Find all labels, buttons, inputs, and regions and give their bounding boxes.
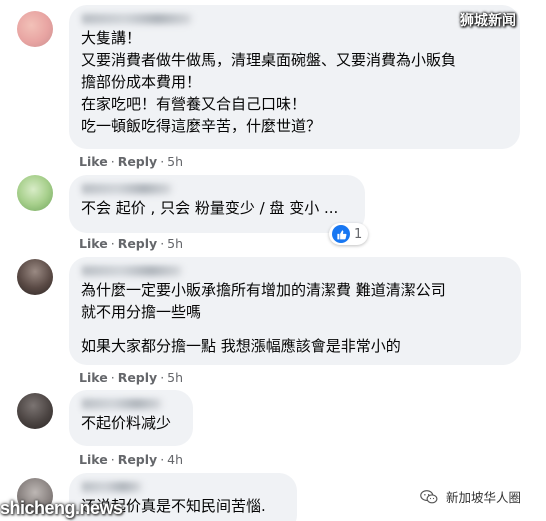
like-button[interactable]: Like — [79, 370, 108, 385]
watermark-wechat-label: 新加坡华人圈 — [446, 490, 522, 505]
comment-text-line: 大隻講！ — [81, 29, 142, 47]
reaction-count-label: 1 — [354, 226, 363, 242]
like-button[interactable]: Like — [79, 236, 108, 251]
like-button[interactable]: Like — [79, 452, 108, 467]
reaction-count[interactable]: 1 — [329, 223, 369, 245]
comment-bubble: 不会 起价 , 只会 粉量变少 / 盘 变小 ... — [69, 175, 365, 233]
comment-text-line: 不会 起价 , 只会 粉量变少 / 盘 变小 ... — [81, 199, 339, 217]
comment-author[interactable] — [81, 13, 508, 27]
comment-author[interactable] — [81, 398, 181, 412]
avatar[interactable] — [17, 11, 53, 47]
comment-actions: Like · Reply · 5h — [79, 236, 184, 251]
comment-text-line: 就不用分擔一些嗎 — [81, 303, 202, 321]
avatar[interactable] — [17, 259, 53, 295]
comment-bubble: 為什麼一定要小販承擔所有增加的清潔費 難道清潔公司 就不用分擔一些嗎 如果大家都… — [69, 257, 521, 365]
wechat-icon — [420, 489, 438, 503]
comment-bubble: 大隻講！ 又要消費者做牛做馬，清理桌面碗盤、又要消費為小販負 擔部份成本費用！ … — [69, 5, 520, 149]
avatar[interactable] — [17, 175, 53, 211]
comment-timestamp[interactable]: 4h — [167, 452, 183, 467]
comment-bubble: 不起价料减少 — [69, 390, 193, 446]
watermark-bottom-left: shicheng.news — [0, 498, 123, 518]
facebook-comment-thread: 大隻講！ 又要消費者做牛做馬，清理桌面碗盤、又要消費為小販負 擔部份成本費用！ … — [0, 0, 546, 521]
comment-author[interactable] — [81, 265, 509, 279]
reply-button[interactable]: Reply — [118, 236, 157, 251]
watermark-top-right: 狮城新闻 — [460, 13, 516, 29]
comment-author[interactable] — [81, 481, 285, 495]
comment-text-line: 為什麼一定要小販承擔所有增加的清潔費 難道清潔公司 — [81, 281, 446, 299]
reply-button[interactable]: Reply — [118, 370, 157, 385]
reply-button[interactable]: Reply — [118, 154, 157, 169]
comment-text-line: 擔部份成本費用！ — [81, 73, 202, 91]
comment-text-line: 吃一頓飯吃得這麼辛苦，什麼世道？ — [81, 117, 322, 135]
avatar[interactable] — [17, 393, 53, 429]
comment-text-line: 如果大家都分擔一點 我想漲幅應該會是非常小的 — [81, 337, 401, 355]
comment-author[interactable] — [81, 183, 353, 197]
comment-text-line: 又要消費者做牛做馬，清理桌面碗盤、又要消費為小販負 — [81, 51, 457, 69]
comment-actions: Like · Reply · 5h — [79, 154, 184, 169]
thumbs-up-icon — [332, 225, 350, 243]
comment-text-line: 不起价料减少 — [81, 414, 172, 432]
comment-actions: Like · Reply · 5h — [79, 370, 184, 385]
comment-timestamp[interactable]: 5h — [167, 154, 183, 169]
reply-button[interactable]: Reply — [118, 452, 157, 467]
like-button[interactable]: Like — [79, 154, 108, 169]
comment-text-line: 在家吃吧！有營養又合自己口味！ — [81, 95, 307, 113]
watermark-bottom-right: 新加坡华人圈 — [420, 487, 521, 506]
comment-actions: Like · Reply · 4h — [79, 452, 184, 467]
comment-timestamp[interactable]: 5h — [167, 370, 183, 385]
comment-timestamp[interactable]: 5h — [167, 236, 183, 251]
